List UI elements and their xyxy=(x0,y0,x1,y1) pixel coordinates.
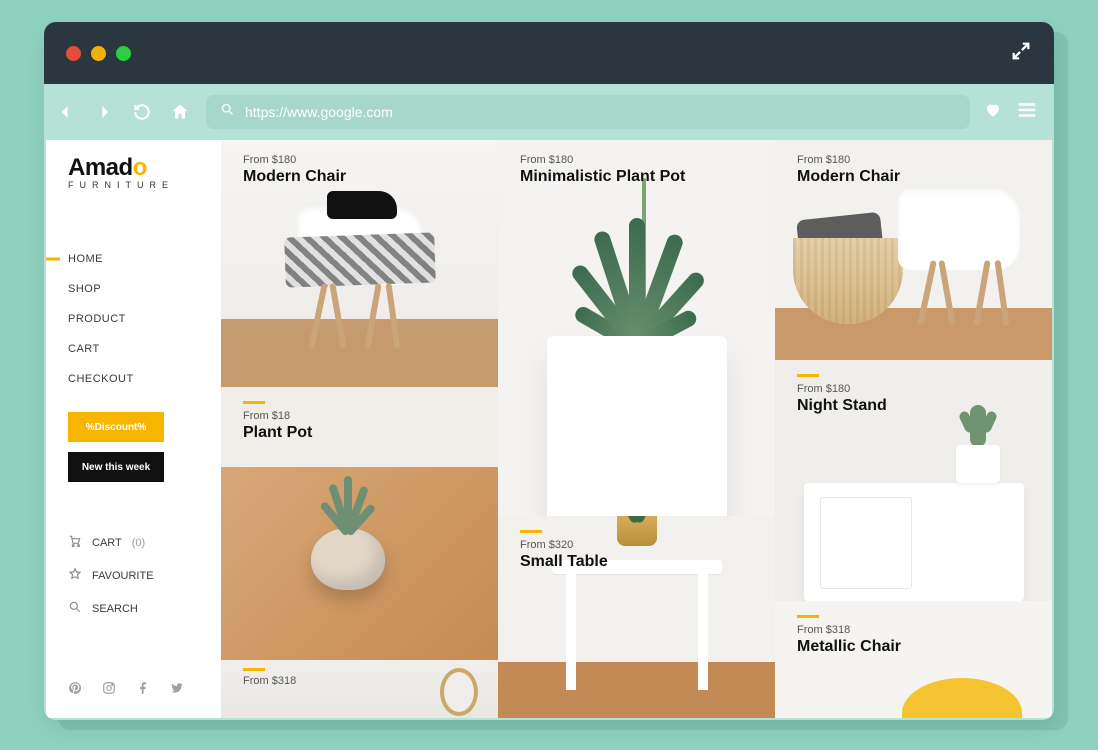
product-title: Plant Pot xyxy=(243,424,312,442)
star-icon xyxy=(68,567,82,584)
nav-reload-icon[interactable] xyxy=(130,100,154,124)
sidebar-cart-label: CART xyxy=(92,537,122,549)
window-maximize-icon[interactable] xyxy=(116,46,131,61)
product-card[interactable]: From $318 xyxy=(221,660,498,718)
twitter-icon[interactable] xyxy=(170,681,184,698)
product-price: From $180 xyxy=(520,154,685,166)
product-price: From $180 xyxy=(243,154,346,166)
brand-name: Amado xyxy=(68,154,221,182)
product-card[interactable]: From $18 Plant Pot xyxy=(221,387,498,659)
nav-item-product[interactable]: PRODUCT xyxy=(68,304,221,334)
fullscreen-icon[interactable] xyxy=(1010,40,1032,67)
favourite-icon[interactable] xyxy=(984,101,1002,124)
main-nav: HOME SHOP PRODUCT CART CHECKOUT xyxy=(46,244,221,394)
menu-icon[interactable] xyxy=(1016,99,1038,126)
sidebar-favourite-label: FAVOURITE xyxy=(92,570,154,582)
product-price: From $320 xyxy=(520,539,608,551)
sidebar-search-label: SEARCH xyxy=(92,603,138,615)
product-label: From $318 Metallic Chair xyxy=(797,615,901,656)
product-image xyxy=(440,668,478,716)
brand-logo[interactable]: Amado FURNITURE xyxy=(46,154,221,196)
sidebar-cart-count: (0) xyxy=(132,537,145,549)
window-close-icon[interactable] xyxy=(66,46,81,61)
brand-name-accent: o xyxy=(133,154,147,181)
discount-button[interactable]: %Discount% xyxy=(68,412,164,442)
accent-bar xyxy=(243,401,265,404)
grid-col-3: From $180 Modern Chair From $180 Night xyxy=(775,140,1052,718)
url-bar[interactable] xyxy=(206,95,970,129)
product-price: From $318 xyxy=(797,624,901,636)
product-label: From $180 Modern Chair xyxy=(797,154,900,186)
cta-group: %Discount% New this week xyxy=(46,412,221,482)
product-label: From $18 Plant Pot xyxy=(243,401,312,442)
nav-item-shop[interactable]: SHOP xyxy=(68,274,221,304)
product-price: From $180 xyxy=(797,154,900,166)
window-titlebar xyxy=(44,22,1054,84)
product-card[interactable]: From $320 Small Table xyxy=(498,516,775,718)
product-grid: From $180 Modern Chair xyxy=(221,140,1052,718)
instagram-icon[interactable] xyxy=(102,681,116,698)
window-minimize-icon[interactable] xyxy=(91,46,106,61)
product-title: Metallic Chair xyxy=(797,638,901,656)
accent-bar xyxy=(520,530,542,533)
sidebar-cart[interactable]: CART (0) xyxy=(68,534,221,551)
social-links xyxy=(68,681,184,698)
accent-bar xyxy=(797,374,819,377)
product-label: From $180 Minimalistic Plant Pot xyxy=(520,154,685,186)
product-card[interactable]: From $180 Minimalistic Plant Pot xyxy=(498,140,775,516)
sidebar-meta: CART (0) FAVOURITE SEARCH xyxy=(46,534,221,617)
product-title: Minimalistic Plant Pot xyxy=(520,168,685,186)
nav-forward-icon[interactable] xyxy=(92,100,116,124)
brand-subtitle: FURNITURE xyxy=(68,180,221,190)
sidebar: Amado FURNITURE HOME SHOP PRODUCT CART C… xyxy=(46,140,221,718)
pinterest-icon[interactable] xyxy=(68,681,82,698)
product-price: From $18 xyxy=(243,410,312,422)
nav-item-cart[interactable]: CART xyxy=(68,334,221,364)
product-price: From $318 xyxy=(243,675,296,687)
search-icon xyxy=(220,102,235,122)
product-price: From $180 xyxy=(797,383,887,395)
accent-bar xyxy=(797,615,819,618)
sidebar-search[interactable]: SEARCH xyxy=(68,600,221,617)
browser-window: Amado FURNITURE HOME SHOP PRODUCT CART C… xyxy=(44,22,1054,720)
nav-back-icon[interactable] xyxy=(54,100,78,124)
product-label: From $180 Modern Chair xyxy=(243,154,346,186)
sidebar-favourite[interactable]: FAVOURITE xyxy=(68,567,221,584)
facebook-icon[interactable] xyxy=(136,681,150,698)
product-card[interactable]: From $180 Modern Chair xyxy=(221,140,498,387)
product-card[interactable]: From $180 Modern Chair xyxy=(775,140,1052,360)
cart-icon xyxy=(68,534,82,551)
grid-col-2: From $180 Minimalistic Plant Pot xyxy=(498,140,775,718)
page: Amado FURNITURE HOME SHOP PRODUCT CART C… xyxy=(46,140,1052,718)
product-image xyxy=(498,140,775,516)
window-controls xyxy=(66,46,131,61)
nav-item-checkout[interactable]: CHECKOUT xyxy=(68,364,221,394)
product-card[interactable]: From $318 Metallic Chair xyxy=(775,601,1052,718)
product-card[interactable]: From $180 Night Stand xyxy=(775,360,1052,601)
product-image xyxy=(902,678,1022,718)
search-small-icon xyxy=(68,600,82,617)
product-title: Modern Chair xyxy=(243,168,346,186)
product-label: From $180 Night Stand xyxy=(797,374,887,415)
accent-bar xyxy=(243,668,265,671)
page-viewport: Amado FURNITURE HOME SHOP PRODUCT CART C… xyxy=(46,140,1052,718)
product-title: Modern Chair xyxy=(797,168,900,186)
brand-name-prefix: Amad xyxy=(68,154,133,181)
browser-toolbar xyxy=(44,84,1054,140)
url-input[interactable] xyxy=(245,104,956,120)
product-title: Small Table xyxy=(520,553,608,571)
new-this-week-button[interactable]: New this week xyxy=(68,452,164,482)
product-label: From $320 Small Table xyxy=(520,530,608,571)
product-title: Night Stand xyxy=(797,397,887,415)
nav-item-home[interactable]: HOME xyxy=(68,244,221,274)
grid-col-1: From $180 Modern Chair xyxy=(221,140,498,718)
nav-home-icon[interactable] xyxy=(168,100,192,124)
product-label: From $318 xyxy=(243,668,296,687)
